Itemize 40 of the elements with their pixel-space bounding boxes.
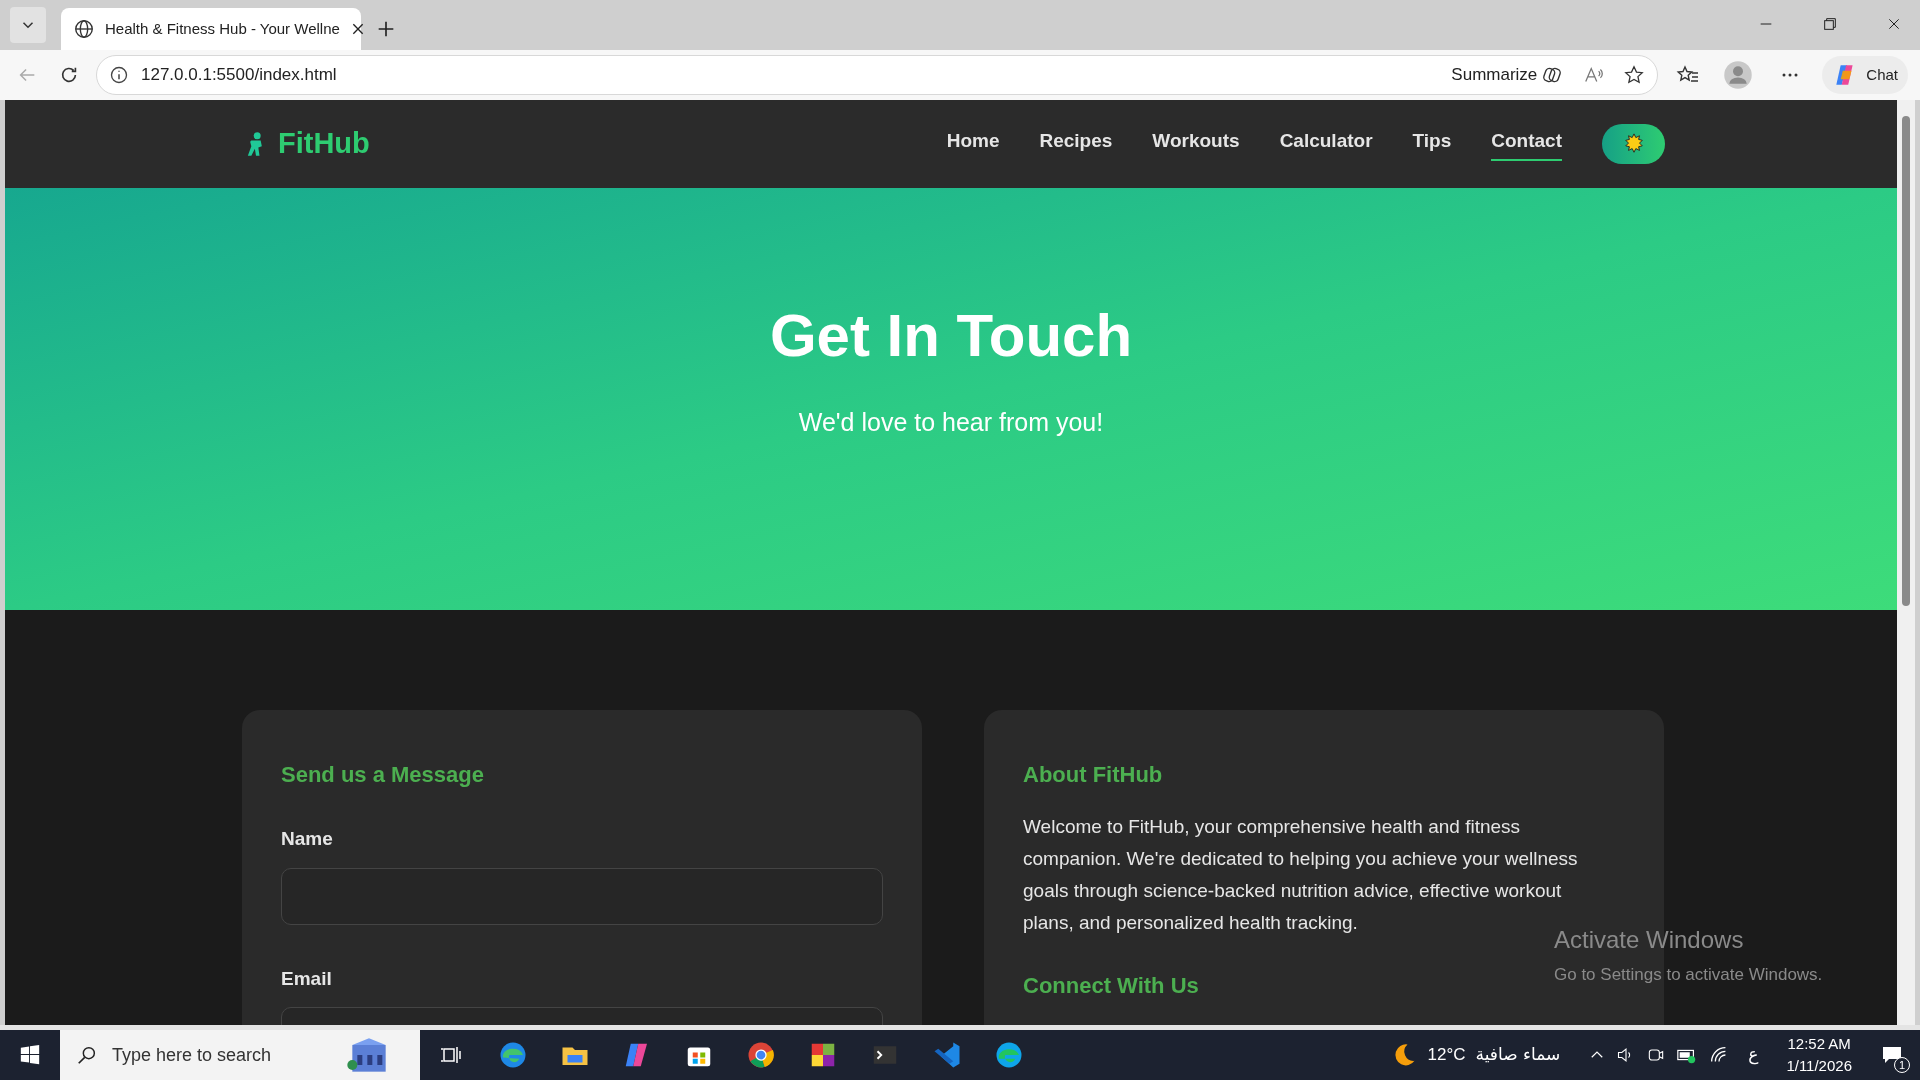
taskbar-search-field[interactable]: Type here to search xyxy=(60,1030,420,1080)
hero-title: Get In Touch xyxy=(769,306,1133,366)
sun-icon xyxy=(1622,133,1645,155)
globe-icon xyxy=(73,18,95,40)
clock-date[interactable]: 1/11/2026 xyxy=(1786,1055,1852,1077)
card-title: About FitHub xyxy=(1023,761,1164,789)
weather-text: سماء صافية xyxy=(1475,1043,1561,1067)
search-icon xyxy=(76,1044,98,1066)
address-bar[interactable]: 127.0.0.1:5500/index.html Summarize xyxy=(96,55,1659,95)
logo-text[interactable]: FitHub xyxy=(278,122,370,166)
hero-subtitle: We'd love to hear from you! xyxy=(798,407,1104,438)
section-title: Connect With Us xyxy=(1023,972,1199,1000)
scrollbar[interactable] xyxy=(1897,100,1915,1025)
browser-tab[interactable]: Health & Fitness Hub - Your Wellne xyxy=(61,8,361,50)
url-text: 127.0.0.1:5500/index.html xyxy=(141,64,338,87)
activation-text: Go to Settings to activate Windows. xyxy=(1554,964,1823,986)
chat-button[interactable]: Chat xyxy=(1822,56,1908,94)
nav-link[interactable]: Calculator xyxy=(1279,126,1373,162)
activation-title: Activate Windows xyxy=(1554,925,1745,955)
field-label: Email xyxy=(281,966,333,991)
language-indicator[interactable]: ع xyxy=(1748,1042,1759,1068)
temperature-text: 12°C xyxy=(1427,1044,1466,1067)
field-label: Name xyxy=(281,827,334,851)
star-icon[interactable] xyxy=(1623,64,1646,86)
nav-link[interactable]: Recipes xyxy=(1039,126,1113,162)
search-placeholder: Type here to search xyxy=(112,1043,273,1067)
summarize-button[interactable]: Summarize xyxy=(1451,62,1564,88)
clock-time[interactable]: 12:52 AM xyxy=(1787,1033,1851,1055)
nav-link[interactable]: Tips xyxy=(1412,126,1452,162)
restore-icon[interactable] xyxy=(1822,16,1838,32)
input-field[interactable] xyxy=(281,867,883,925)
notification-count: 1 xyxy=(1894,1057,1910,1073)
tab-title: Health & Fitness Hub - Your Wellne xyxy=(105,18,340,39)
info-icon xyxy=(109,65,129,85)
nav-link[interactable]: Home xyxy=(946,126,1000,162)
nav-link[interactable]: Workouts xyxy=(1152,126,1240,162)
close-icon[interactable] xyxy=(1886,16,1902,32)
nav-link[interactable]: Contact xyxy=(1491,126,1562,162)
theme-toggle[interactable] xyxy=(1602,124,1665,164)
card-title: Send us a Message xyxy=(281,761,485,789)
